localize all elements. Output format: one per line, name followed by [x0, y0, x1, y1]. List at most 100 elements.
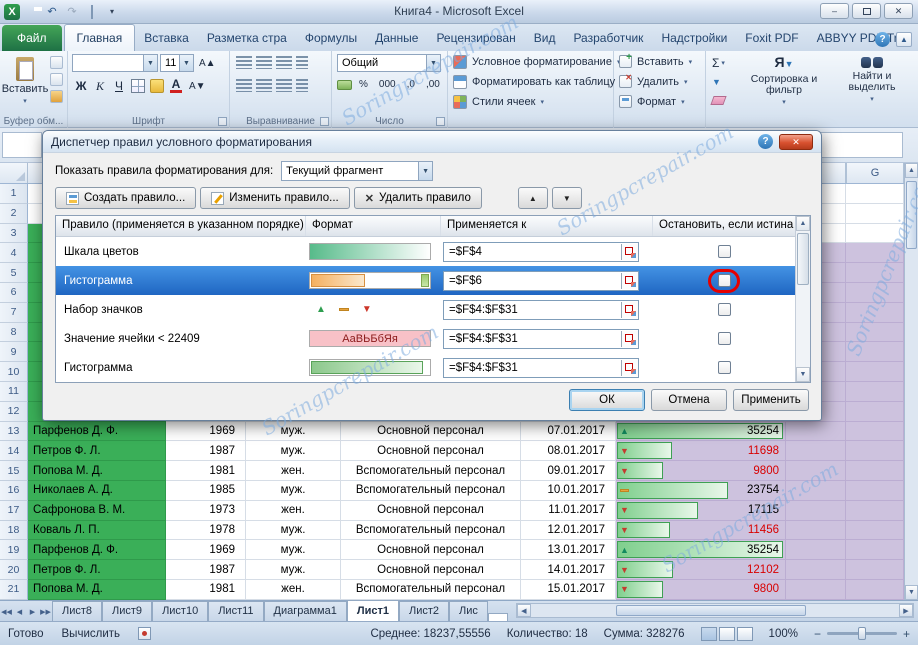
applies-to-input[interactable]: =$F$4:$F$31 — [443, 328, 639, 349]
range-selector-icon[interactable] — [621, 301, 638, 318]
sheet-tab-Лист1[interactable]: Лист1 — [346, 600, 399, 621]
scroll-up-icon[interactable]: ▲ — [905, 163, 918, 178]
range-selector-icon[interactable] — [621, 272, 638, 289]
row-header[interactable]: 7 — [0, 302, 28, 323]
cell-value[interactable]: ▼ 11456 — [616, 520, 786, 541]
column-header-g[interactable]: G — [846, 163, 904, 183]
cell-h[interactable] — [846, 302, 904, 323]
cell-year[interactable]: 1981 — [166, 579, 246, 600]
cell-h[interactable] — [846, 480, 904, 501]
rule-row[interactable]: Шкала цветов =$F$4 — [56, 237, 795, 266]
align-top-icon[interactable] — [236, 56, 252, 69]
tab-Надстройки[interactable]: Надстройки — [652, 26, 736, 51]
cell-h[interactable] — [846, 421, 904, 442]
range-selector-icon[interactable] — [621, 359, 638, 376]
cut-icon[interactable] — [50, 56, 63, 69]
underline-button[interactable]: Ч — [110, 77, 128, 95]
rule-row[interactable]: Значение ячейки < 22409 АаВЬБбЯя =$F$4:$F$… — [56, 324, 795, 353]
wrap-text-icon[interactable] — [296, 79, 308, 92]
cell-date[interactable]: 09.01.2017 — [521, 461, 616, 481]
delete-cells-button[interactable]: Удалить▾ — [619, 73, 688, 88]
cell-name[interactable]: Коваль Л. П. — [28, 520, 166, 541]
cell-h[interactable] — [846, 342, 904, 363]
rule-row[interactable]: Набор значков ▲ ▼ =$F$4:$F$31 — [56, 295, 795, 324]
cell-g[interactable] — [786, 579, 846, 600]
cell-year[interactable]: 1969 — [166, 540, 246, 561]
cell-g[interactable] — [786, 520, 846, 541]
currency-format-icon[interactable] — [337, 79, 352, 90]
next-sheet-icon[interactable]: ▶ — [26, 608, 39, 621]
cell-year[interactable]: 1969 — [166, 421, 246, 442]
apply-button[interactable]: Применить — [733, 389, 809, 411]
cell-category[interactable]: Вспомогательный персонал — [341, 480, 521, 501]
macro-record-icon[interactable] — [138, 627, 152, 640]
range-selector-icon[interactable] — [621, 243, 638, 260]
cell-gender[interactable]: муж. — [246, 441, 341, 462]
cell-date[interactable]: 11.01.2017 — [521, 500, 616, 521]
cell-value[interactable]: ▼ 9800 — [616, 579, 786, 600]
paste-button[interactable]: Вставить ▾ — [2, 54, 48, 112]
cell-h[interactable] — [846, 381, 904, 402]
stop-if-true-checkbox[interactable] — [717, 245, 731, 258]
undo-button[interactable]: ↶ — [44, 4, 60, 20]
tab-Разработчик[interactable]: Разработчик — [564, 26, 652, 51]
cell-name[interactable]: Парфенов Д. Ф. — [28, 540, 166, 561]
orientation-icon[interactable] — [296, 56, 308, 69]
vertical-scrollbar[interactable]: ▲ ▼ — [904, 163, 918, 600]
row-header[interactable]: 4 — [0, 243, 28, 264]
cell-value[interactable]: ▼ 9800 — [616, 461, 786, 481]
cell-year[interactable]: 1981 — [166, 461, 246, 481]
font-size-dropdown[interactable]: 11 ▼ — [160, 54, 194, 72]
cell-h[interactable] — [846, 362, 904, 382]
cell-gender[interactable]: муж. — [246, 480, 341, 501]
dialog-help-button[interactable]: ? — [758, 134, 773, 149]
cell-h[interactable] — [846, 223, 904, 244]
cell-g[interactable] — [786, 480, 846, 501]
cell-date[interactable]: 10.01.2017 — [521, 480, 616, 501]
tab-Данные[interactable]: Данные — [366, 26, 427, 51]
applies-to-input[interactable]: =$F$4:$F$31 — [443, 357, 639, 378]
cell-name[interactable]: Сафронова В. М. — [28, 500, 166, 521]
cell-h[interactable] — [846, 540, 904, 561]
cell-date[interactable]: 12.01.2017 — [521, 520, 616, 541]
cell-name[interactable]: Попова М. Д. — [28, 579, 166, 600]
font-color-button[interactable]: А — [167, 77, 185, 95]
excel-app-icon[interactable]: X — [4, 4, 20, 20]
increase-decimal-icon[interactable]: ,0 — [403, 77, 419, 92]
percent-format-button[interactable]: % — [355, 77, 372, 92]
cell-h[interactable] — [846, 500, 904, 521]
align-right-icon[interactable] — [276, 79, 292, 92]
stop-if-true-checkbox[interactable] — [717, 274, 731, 287]
scroll-down-icon[interactable]: ▼ — [796, 367, 810, 382]
delete-rule-button[interactable]: ✕ Удалить правило — [353, 187, 482, 209]
row-header[interactable]: 16 — [0, 480, 28, 501]
tab-Главная[interactable]: Главная — [63, 24, 136, 51]
maximize-button[interactable] — [852, 3, 881, 19]
stop-if-true-checkbox[interactable] — [717, 303, 731, 316]
cell-year[interactable]: 1987 — [166, 560, 246, 580]
cell-h[interactable] — [846, 579, 904, 600]
cell-gender[interactable]: жен. — [246, 500, 341, 521]
cell-date[interactable]: 15.01.2017 — [521, 579, 616, 600]
zoom-in-icon[interactable]: + — [903, 627, 910, 641]
row-header[interactable]: 10 — [0, 362, 28, 382]
cell-gender[interactable]: муж. — [246, 421, 341, 442]
align-center-icon[interactable] — [256, 79, 272, 92]
cell-h[interactable] — [846, 282, 904, 303]
sheet-tab-Лист9[interactable]: Лист9 — [102, 601, 153, 621]
horizontal-scroll-thumb[interactable] — [615, 605, 807, 616]
zoom-out-icon[interactable]: − — [814, 627, 821, 641]
cell-category[interactable]: Вспомогательный персонал — [341, 461, 521, 481]
cell-h[interactable] — [846, 322, 904, 343]
autosum-button[interactable]: Σ ▾ — [712, 55, 732, 70]
dialog-titlebar[interactable]: Диспетчер правил условного форматировани… — [43, 131, 821, 153]
cell-name[interactable]: Попова М. Д. — [28, 461, 166, 481]
cell-h[interactable] — [846, 461, 904, 481]
cell-h[interactable] — [846, 441, 904, 462]
align-bottom-icon[interactable] — [276, 56, 292, 69]
cell-category[interactable]: Основной персонал — [341, 540, 521, 561]
tab-Формулы[interactable]: Формулы — [296, 26, 366, 51]
applies-to-input[interactable]: =$F$6 — [443, 270, 639, 291]
comma-format-button[interactable]: 000 — [375, 77, 400, 92]
borders-button[interactable] — [129, 77, 147, 95]
